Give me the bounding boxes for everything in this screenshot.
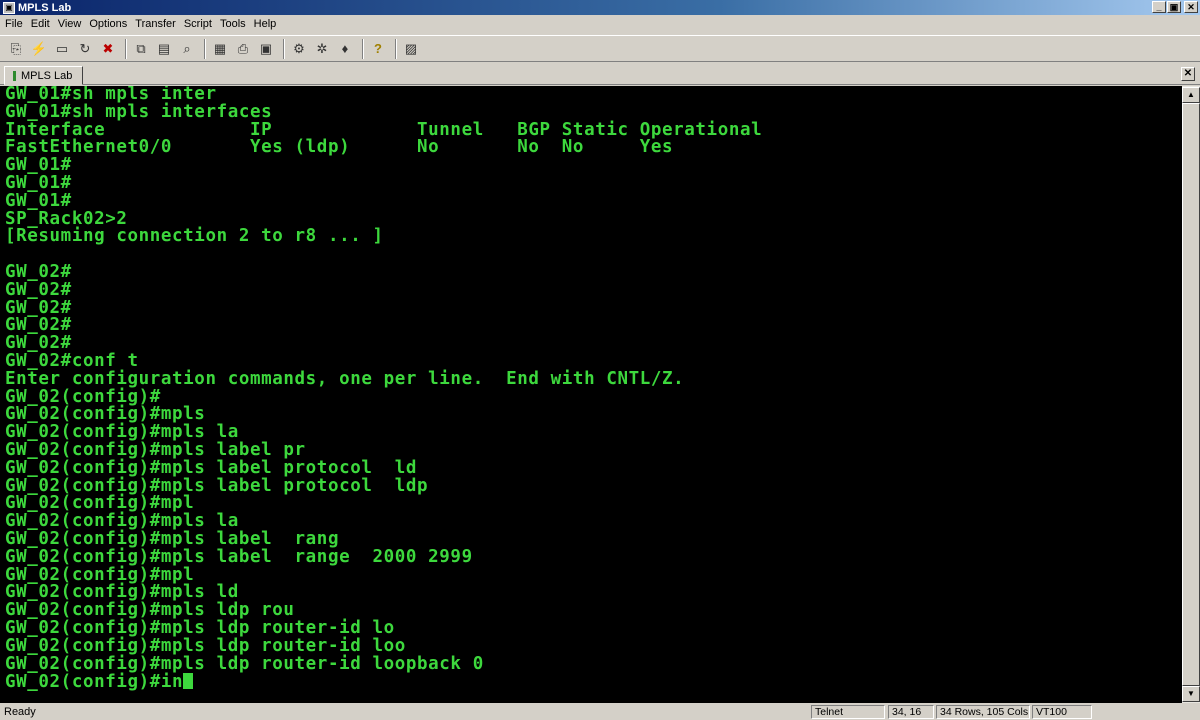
menu-options[interactable]: Options (86, 18, 132, 30)
terminal-line-text: GW_02(config)#mpls ldp router-id loopbac… (5, 653, 484, 674)
terminal-line: GW_02# (5, 316, 1182, 335)
scroll-down-button[interactable]: ▼ (1182, 686, 1200, 702)
menu-transfer[interactable]: Transfer (132, 18, 181, 30)
maximize-button[interactable]: ▣ (1167, 1, 1181, 13)
terminal-line: GW_02# (5, 281, 1182, 300)
menu-edit[interactable]: Edit (28, 18, 55, 30)
print-setup-icon[interactable]: ▦ (210, 39, 230, 59)
menu-tools[interactable]: Tools (217, 18, 251, 30)
terminal-line: GW_02(config)#mpls ldp router-id loopbac… (5, 653, 1182, 674)
disconnect-icon[interactable]: ✖ (98, 39, 118, 59)
copy-icon[interactable]: ⧉ (131, 39, 151, 59)
terminal-line: GW_02(config)#in (5, 673, 1182, 691)
menu-file[interactable]: File (2, 18, 28, 30)
toolbar-separator (204, 38, 206, 59)
scroll-up-button[interactable]: ▲ (1182, 87, 1200, 103)
connected-indicator-icon (13, 70, 16, 81)
terminal-line: GW_02# (5, 299, 1182, 318)
connect-in-tab-icon[interactable]: ▭ (52, 39, 72, 59)
terminal-line: GW_01# (5, 192, 1182, 211)
terminal-line: GW_02# (5, 263, 1182, 282)
toolbar-separator (125, 38, 127, 59)
terminal-line: GW_01# (5, 156, 1182, 175)
terminal-line-text: [Resuming connection 2 to r8 ... ] (5, 226, 384, 247)
close-tab-button[interactable]: ✕ (1181, 67, 1195, 81)
minimize-button[interactable]: _ (1152, 1, 1166, 13)
terminal-line: [Resuming connection 2 to r8 ... ] (5, 226, 1182, 247)
terminal-line: Enter configuration commands, one per li… (5, 370, 1182, 389)
toolbar-separator (395, 38, 397, 59)
find-icon[interactable]: ⌕ (177, 39, 197, 59)
sftp-icon[interactable]: ▨ (401, 39, 421, 59)
status-emulation: VT100 (1032, 705, 1092, 719)
reconnect-icon[interactable]: ↻ (75, 39, 95, 59)
terminal-line: FastEthernet0/0 Yes (ldp) No No No Yes (5, 137, 1182, 158)
help-icon[interactable]: ? (368, 39, 388, 59)
print-screen-icon[interactable]: ▣ (256, 39, 276, 59)
terminal-line-text: GW_02(config)#in (5, 672, 184, 693)
menu-view[interactable]: View (55, 18, 87, 30)
toolbar-separator (283, 38, 285, 59)
scroll-thumb[interactable] (1182, 103, 1200, 686)
status-protocol: Telnet (811, 705, 885, 719)
terminal-cursor (183, 673, 194, 690)
terminal-screen[interactable]: GW_01#sh mpls inter GW_01#sh mpls interfa… (0, 86, 1182, 703)
window-controls: _ ▣ ✕ (1151, 1, 1198, 13)
status-cursor-position: 34, 16 (888, 705, 934, 719)
tab-bar: MPLS Lab ✕ (0, 64, 1200, 85)
window-title: MPLS Lab (18, 1, 72, 14)
app-icon: ▣ (3, 1, 15, 14)
tab-mpls-lab[interactable]: MPLS Lab (4, 66, 84, 85)
toolbar-separator (362, 38, 364, 59)
terminal-line-text: FastEthernet0/0 Yes (ldp) No No No Yes (5, 137, 674, 158)
paste-icon[interactable]: ▤ (154, 39, 174, 59)
menu-bar: File Edit View Options Transfer Script T… (0, 15, 1200, 33)
keymap-icon[interactable]: ♦ (335, 39, 355, 59)
terminal-scrollbar[interactable]: ▲ ▼ (1182, 86, 1200, 703)
status-ready: Ready (4, 706, 36, 718)
menu-script[interactable]: Script (181, 18, 217, 30)
status-bar: Ready Telnet 34, 16 34 Rows, 105 Cols VT… (0, 704, 1200, 720)
session-options-icon[interactable]: ⚙ (289, 39, 309, 59)
status-dimensions: 34 Rows, 105 Cols (936, 705, 1030, 719)
quick-connect-icon[interactable]: ⚡ (29, 39, 49, 59)
connect-icon[interactable]: ⎘ (6, 39, 26, 59)
print-icon[interactable]: ⎙ (233, 39, 253, 59)
tab-label: MPLS Lab (21, 69, 73, 82)
close-button[interactable]: ✕ (1184, 1, 1198, 13)
terminal-line: GW_01# (5, 174, 1182, 193)
terminal-line: GW_02# (5, 334, 1182, 353)
toolbar: ⎘ ⚡ ▭ ↻ ✖ ⧉ ▤ ⌕ ▦ ⎙ ▣ ⚙ ✲ ♦ ? ▨ (0, 35, 1200, 62)
menu-help[interactable]: Help (251, 18, 282, 30)
title-bar[interactable]: ▣ MPLS Lab _ ▣ ✕ (0, 0, 1200, 15)
global-options-icon[interactable]: ✲ (312, 39, 332, 59)
